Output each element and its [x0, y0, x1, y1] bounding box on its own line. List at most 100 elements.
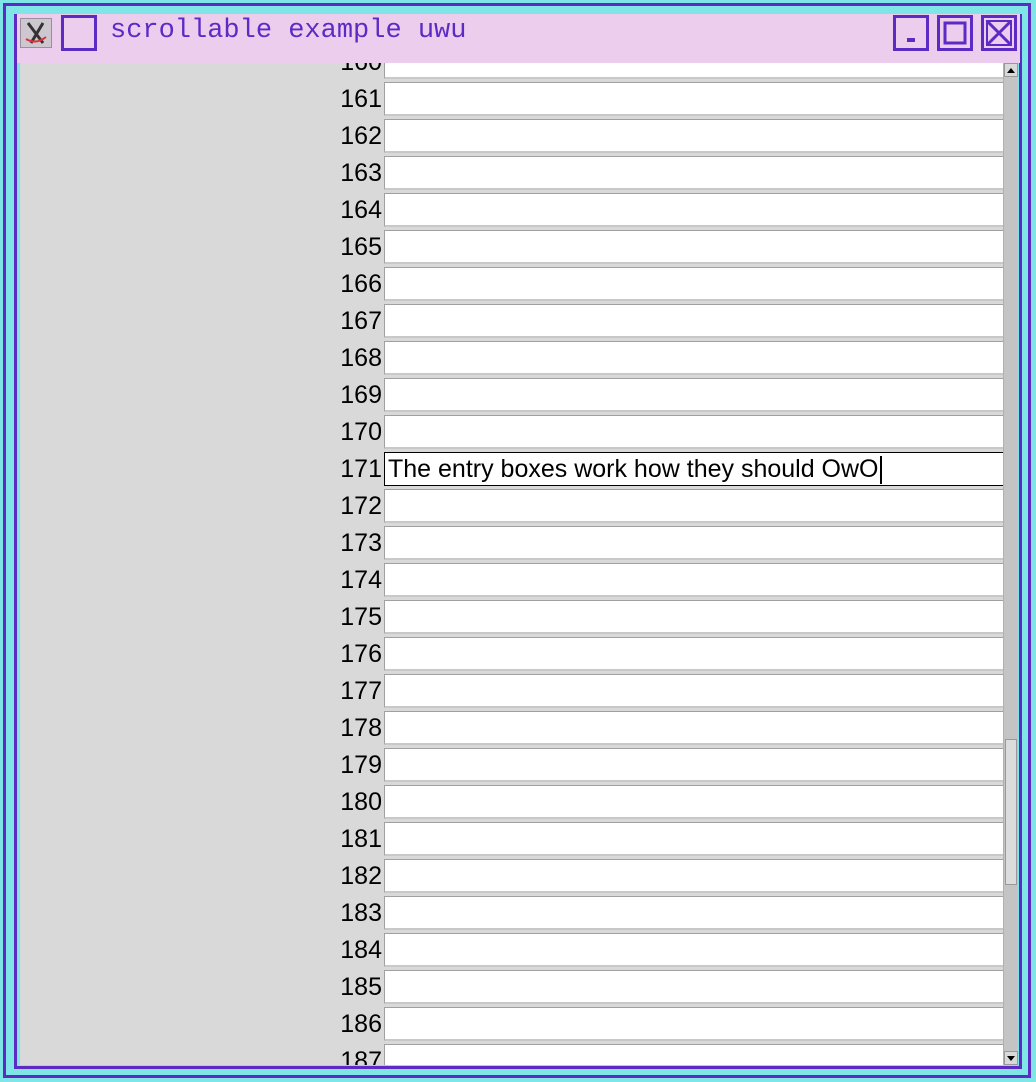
entry-field[interactable] — [384, 82, 1004, 116]
row-number-label: 168 — [340, 344, 382, 372]
list-row: 187 — [20, 1043, 1004, 1065]
entry-field[interactable] — [384, 193, 1004, 227]
row-number-label: 177 — [340, 677, 382, 705]
entry-field[interactable] — [384, 378, 1004, 412]
list-row: 173 — [20, 525, 1004, 562]
scroll-up-button[interactable] — [1004, 63, 1018, 77]
row-number-label: 178 — [340, 714, 382, 742]
list-row: 175 — [20, 599, 1004, 636]
window-title: scrollable example uwu — [110, 16, 467, 46]
row-number-label: 164 — [340, 196, 382, 224]
entry-field[interactable] — [384, 415, 1004, 449]
row-number-label: 173 — [340, 529, 382, 557]
row-number-label: 183 — [340, 899, 382, 927]
list-row: 170 — [20, 414, 1004, 451]
minimize-button[interactable] — [893, 15, 929, 51]
row-number-label: 185 — [340, 973, 382, 1001]
entry-field[interactable] — [384, 637, 1004, 671]
list-row: 180 — [20, 784, 1004, 821]
entry-field[interactable] — [384, 267, 1004, 301]
row-number-label: 171 — [340, 455, 382, 483]
list-row: 181 — [20, 821, 1004, 858]
row-number-label: 174 — [340, 566, 382, 594]
close-icon — [985, 19, 1013, 47]
entry-field[interactable] — [384, 119, 1004, 153]
list-row: 167 — [20, 303, 1004, 340]
scroll-down-button[interactable] — [1004, 1051, 1018, 1065]
row-number-label: 179 — [340, 751, 382, 779]
arrow-up-icon — [1007, 68, 1015, 73]
row-number-label: 176 — [340, 640, 382, 668]
maximize-icon — [943, 21, 967, 45]
scrollbar-track[interactable] — [1004, 77, 1018, 1051]
list-row: 169 — [20, 377, 1004, 414]
scrollbar-thumb[interactable] — [1005, 739, 1017, 885]
row-number-label: 187 — [340, 1047, 382, 1065]
list-row: 163 — [20, 155, 1004, 192]
entry-field[interactable] — [384, 156, 1004, 190]
row-number-label: 162 — [340, 122, 382, 150]
entry-field[interactable] — [384, 970, 1004, 1004]
list-row: 186 — [20, 1006, 1004, 1043]
vertical-scrollbar[interactable] — [1003, 63, 1018, 1065]
list-row: 164 — [20, 192, 1004, 229]
list-row: 166 — [20, 266, 1004, 303]
row-number-label: 163 — [340, 159, 382, 187]
list-row: 168 — [20, 340, 1004, 377]
row-number-label: 186 — [340, 1010, 382, 1038]
row-number-label: 184 — [340, 936, 382, 964]
row-number-label: 169 — [340, 381, 382, 409]
entry-field[interactable] — [384, 341, 1004, 375]
row-number-label: 167 — [340, 307, 382, 335]
row-number-label: 166 — [340, 270, 382, 298]
list-row: 182 — [20, 858, 1004, 895]
entry-field[interactable] — [384, 304, 1004, 338]
entry-field[interactable] — [384, 489, 1004, 523]
list-row: 174 — [20, 562, 1004, 599]
list-row: 184 — [20, 932, 1004, 969]
arrow-down-icon — [1007, 1056, 1015, 1061]
x11-app-icon — [20, 18, 52, 48]
window-menu-icon[interactable] — [61, 15, 97, 51]
entry-field[interactable] — [384, 230, 1004, 264]
entry-field[interactable] — [384, 859, 1004, 893]
entry-field[interactable] — [384, 822, 1004, 856]
list-row: 178 — [20, 710, 1004, 747]
row-number-label: 175 — [340, 603, 382, 631]
list-row: 185 — [20, 969, 1004, 1006]
row-number-label: 180 — [340, 788, 382, 816]
entry-field[interactable] — [384, 526, 1004, 560]
row-number-label: 182 — [340, 862, 382, 890]
scrollable-content[interactable]: 160 161 162 163 164 165 166 167 168 169 170 171The … — [20, 63, 1018, 1065]
entry-field[interactable] — [384, 896, 1004, 930]
close-button[interactable] — [981, 15, 1017, 51]
list-row: 179 — [20, 747, 1004, 784]
minimize-icon — [907, 38, 915, 42]
list-row: 176 — [20, 636, 1004, 673]
entry-field[interactable] — [384, 933, 1004, 967]
entry-field[interactable] — [384, 711, 1004, 745]
row-number-label: 161 — [340, 85, 382, 113]
list-row: 160 — [20, 63, 1004, 81]
list-row: 172 — [20, 488, 1004, 525]
list-row: 183 — [20, 895, 1004, 932]
maximize-button[interactable] — [937, 15, 973, 51]
entry-field[interactable] — [384, 1044, 1004, 1065]
entry-field[interactable] — [384, 1007, 1004, 1041]
list-row: 171 The entry boxes work how they should … — [20, 451, 1004, 488]
text-cursor — [879, 456, 882, 485]
row-number-label: 172 — [340, 492, 382, 520]
entry-field[interactable]: The entry boxes work how they should OwO — [384, 452, 1004, 486]
entry-field[interactable] — [384, 785, 1004, 819]
entry-field[interactable] — [384, 600, 1004, 634]
row-number-label: 170 — [340, 418, 382, 446]
entry-field[interactable] — [384, 674, 1004, 708]
row-number-label: 165 — [340, 233, 382, 261]
list-row: 165 — [20, 229, 1004, 266]
entry-field[interactable] — [384, 63, 1004, 79]
list-row: 162 — [20, 118, 1004, 155]
entry-field[interactable] — [384, 748, 1004, 782]
list-row: 161 — [20, 81, 1004, 118]
entry-field[interactable] — [384, 563, 1004, 597]
entry-text: The entry boxes work how they should OwO — [388, 455, 879, 483]
